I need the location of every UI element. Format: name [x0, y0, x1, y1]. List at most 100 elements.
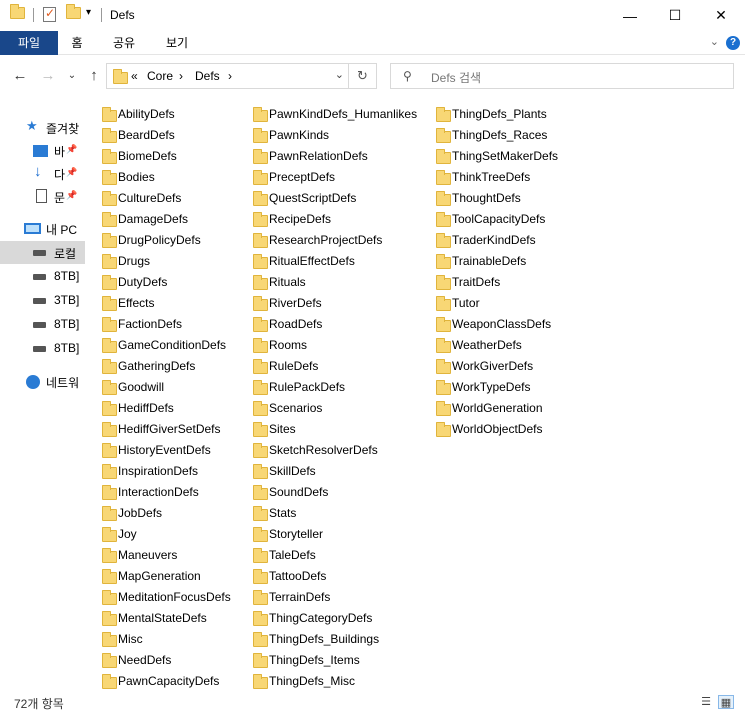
folder-item[interactable]: Misc — [92, 629, 242, 650]
sidebar-item-network[interactable]: 네트워 — [0, 370, 85, 393]
folder-item[interactable]: WorldGeneration — [426, 398, 576, 419]
folder-item[interactable]: DrugPolicyDefs — [92, 230, 242, 251]
folder-item[interactable]: Goodwill — [92, 377, 242, 398]
folder-item[interactable]: QuestScriptDefs — [243, 188, 426, 209]
folder-item[interactable]: Tutor — [426, 293, 576, 314]
sidebar-item-documents[interactable]: 문 📌 — [0, 185, 85, 208]
tab-home[interactable]: 홈 — [62, 31, 92, 55]
sidebar-item-drive[interactable]: 3TB] — [0, 289, 85, 312]
folder-item[interactable]: RulePackDefs — [243, 377, 426, 398]
folder-item[interactable]: ResearchProjectDefs — [243, 230, 426, 251]
folder-item[interactable]: PawnRelationDefs — [243, 146, 426, 167]
folder-item[interactable]: TraitDefs — [426, 272, 576, 293]
folder-item[interactable]: SoundDefs — [243, 482, 426, 503]
folder-item[interactable]: AbilityDefs — [92, 104, 242, 125]
folder-item[interactable]: Maneuvers — [92, 545, 242, 566]
folder-item[interactable]: ThingDefs_Items — [243, 650, 426, 671]
sidebar-item-this-pc[interactable]: 내 PC — [0, 217, 85, 240]
folder-item[interactable]: SkillDefs — [243, 461, 426, 482]
folder-item[interactable]: JobDefs — [92, 503, 242, 524]
recent-locations-icon[interactable]: ⌄ — [62, 64, 82, 88]
folder-item[interactable]: ThingCategoryDefs — [243, 608, 426, 629]
folder-item[interactable]: Rooms — [243, 335, 426, 356]
ribbon-expand-icon[interactable]: ⌄ — [710, 35, 719, 48]
folder-item[interactable]: ThingDefs_Buildings — [243, 629, 426, 650]
folder-item[interactable]: ThinkTreeDefs — [426, 167, 576, 188]
folder-item[interactable]: GameConditionDefs — [92, 335, 242, 356]
folder-item[interactable]: TrainableDefs — [426, 251, 576, 272]
sidebar-item-drive[interactable]: 8TB] — [0, 265, 85, 288]
sidebar-item-downloads[interactable]: ↓ 다 📌 — [0, 162, 85, 185]
quick-access-dropdown-icon[interactable]: ▾ — [86, 7, 91, 18]
sidebar-item-local-disk[interactable]: 로컬 — [0, 241, 85, 264]
folder-item[interactable]: Storyteller — [243, 524, 426, 545]
chevron-right-icon[interactable]: › — [228, 69, 232, 83]
folder-item[interactable]: TattooDefs — [243, 566, 426, 587]
properties-icon[interactable] — [43, 6, 56, 22]
folder-item[interactable]: MeditationFocusDefs — [92, 587, 242, 608]
folder-item[interactable]: RoadDefs — [243, 314, 426, 335]
folder-item[interactable]: Bodies — [92, 167, 242, 188]
sidebar-item-drive[interactable]: 8TB] — [0, 313, 85, 336]
folder-item[interactable]: InteractionDefs — [92, 482, 242, 503]
folder-item[interactable]: BiomeDefs — [92, 146, 242, 167]
folder-item[interactable]: RuleDefs — [243, 356, 426, 377]
folder-item[interactable]: InspirationDefs — [92, 461, 242, 482]
breadcrumb-defs[interactable]: Defs — [195, 69, 220, 83]
folder-item[interactable]: WeatherDefs — [426, 335, 576, 356]
folder-item[interactable]: RiverDefs — [243, 293, 426, 314]
folder-item[interactable]: ThingSetMakerDefs — [426, 146, 576, 167]
folder-item[interactable]: SketchResolverDefs — [243, 440, 426, 461]
folder-item[interactable]: WorkGiverDefs — [426, 356, 576, 377]
folder-item[interactable]: TaleDefs — [243, 545, 426, 566]
forward-arrow-icon[interactable]: → — [38, 64, 58, 88]
folder-item[interactable]: BeardDefs — [92, 125, 242, 146]
sidebar-item-quick-access[interactable]: ★ 즐겨찾 — [0, 116, 85, 139]
folder-icon[interactable] — [10, 4, 25, 19]
folder-item[interactable]: TerrainDefs — [243, 587, 426, 608]
folder-item[interactable]: RitualEffectDefs — [243, 251, 426, 272]
up-arrow-icon[interactable]: ↑ — [84, 64, 104, 88]
folder-item[interactable]: Scenarios — [243, 398, 426, 419]
folder-item[interactable]: HediffGiverSetDefs — [92, 419, 242, 440]
folder-item[interactable]: ThingDefs_Plants — [426, 104, 576, 125]
folder-item[interactable]: PawnCapacityDefs — [92, 671, 242, 692]
folder-item[interactable]: PreceptDefs — [243, 167, 426, 188]
tab-file[interactable]: 파일 — [0, 31, 58, 55]
folder-item[interactable]: FactionDefs — [92, 314, 242, 335]
folder-item[interactable]: Sites — [243, 419, 426, 440]
maximize-icon[interactable]: ☐ — [652, 0, 698, 31]
minimize-icon[interactable]: — — [607, 0, 653, 31]
folder-item[interactable]: PawnKinds — [243, 125, 426, 146]
refresh-icon[interactable]: ↻ — [349, 63, 377, 89]
details-view-icon[interactable]: ☰ — [698, 695, 714, 709]
folder-item[interactable]: Effects — [92, 293, 242, 314]
folder-item[interactable]: PawnKindDefs_Humanlikes — [243, 104, 426, 125]
folder-item[interactable]: WeaponClassDefs — [426, 314, 576, 335]
close-icon[interactable]: ✕ — [698, 0, 744, 31]
folder-item[interactable]: HediffDefs — [92, 398, 242, 419]
address-bar[interactable]: « Core › Defs › ⌄ — [106, 63, 349, 89]
folder-item[interactable]: ThingDefs_Misc — [243, 671, 426, 692]
folder-item[interactable]: GatheringDefs — [92, 356, 242, 377]
folder-item[interactable]: ThingDefs_Races — [426, 125, 576, 146]
folder-item[interactable]: ToolCapacityDefs — [426, 209, 576, 230]
folder-item[interactable]: DutyDefs — [92, 272, 242, 293]
new-folder-icon[interactable] — [66, 4, 81, 19]
folder-item[interactable]: TraderKindDefs — [426, 230, 576, 251]
tab-view[interactable]: 보기 — [157, 31, 197, 55]
breadcrumb-overflow[interactable]: « — [131, 69, 138, 83]
folder-item[interactable]: CultureDefs — [92, 188, 242, 209]
back-arrow-icon[interactable]: ← — [10, 64, 30, 88]
breadcrumb-core[interactable]: Core — [147, 69, 173, 83]
sidebar-item-desktop[interactable]: 바 📌 — [0, 139, 85, 162]
folder-item[interactable]: WorldObjectDefs — [426, 419, 576, 440]
folder-item[interactable]: Rituals — [243, 272, 426, 293]
list-view-icon[interactable]: ▦ — [718, 695, 734, 709]
folder-item[interactable]: NeedDefs — [92, 650, 242, 671]
folder-item[interactable]: Joy — [92, 524, 242, 545]
search-input[interactable]: ⚲ Defs 검색 — [390, 63, 734, 89]
folder-item[interactable]: WorkTypeDefs — [426, 377, 576, 398]
tab-share[interactable]: 공유 — [104, 31, 144, 55]
folder-item[interactable]: HistoryEventDefs — [92, 440, 242, 461]
